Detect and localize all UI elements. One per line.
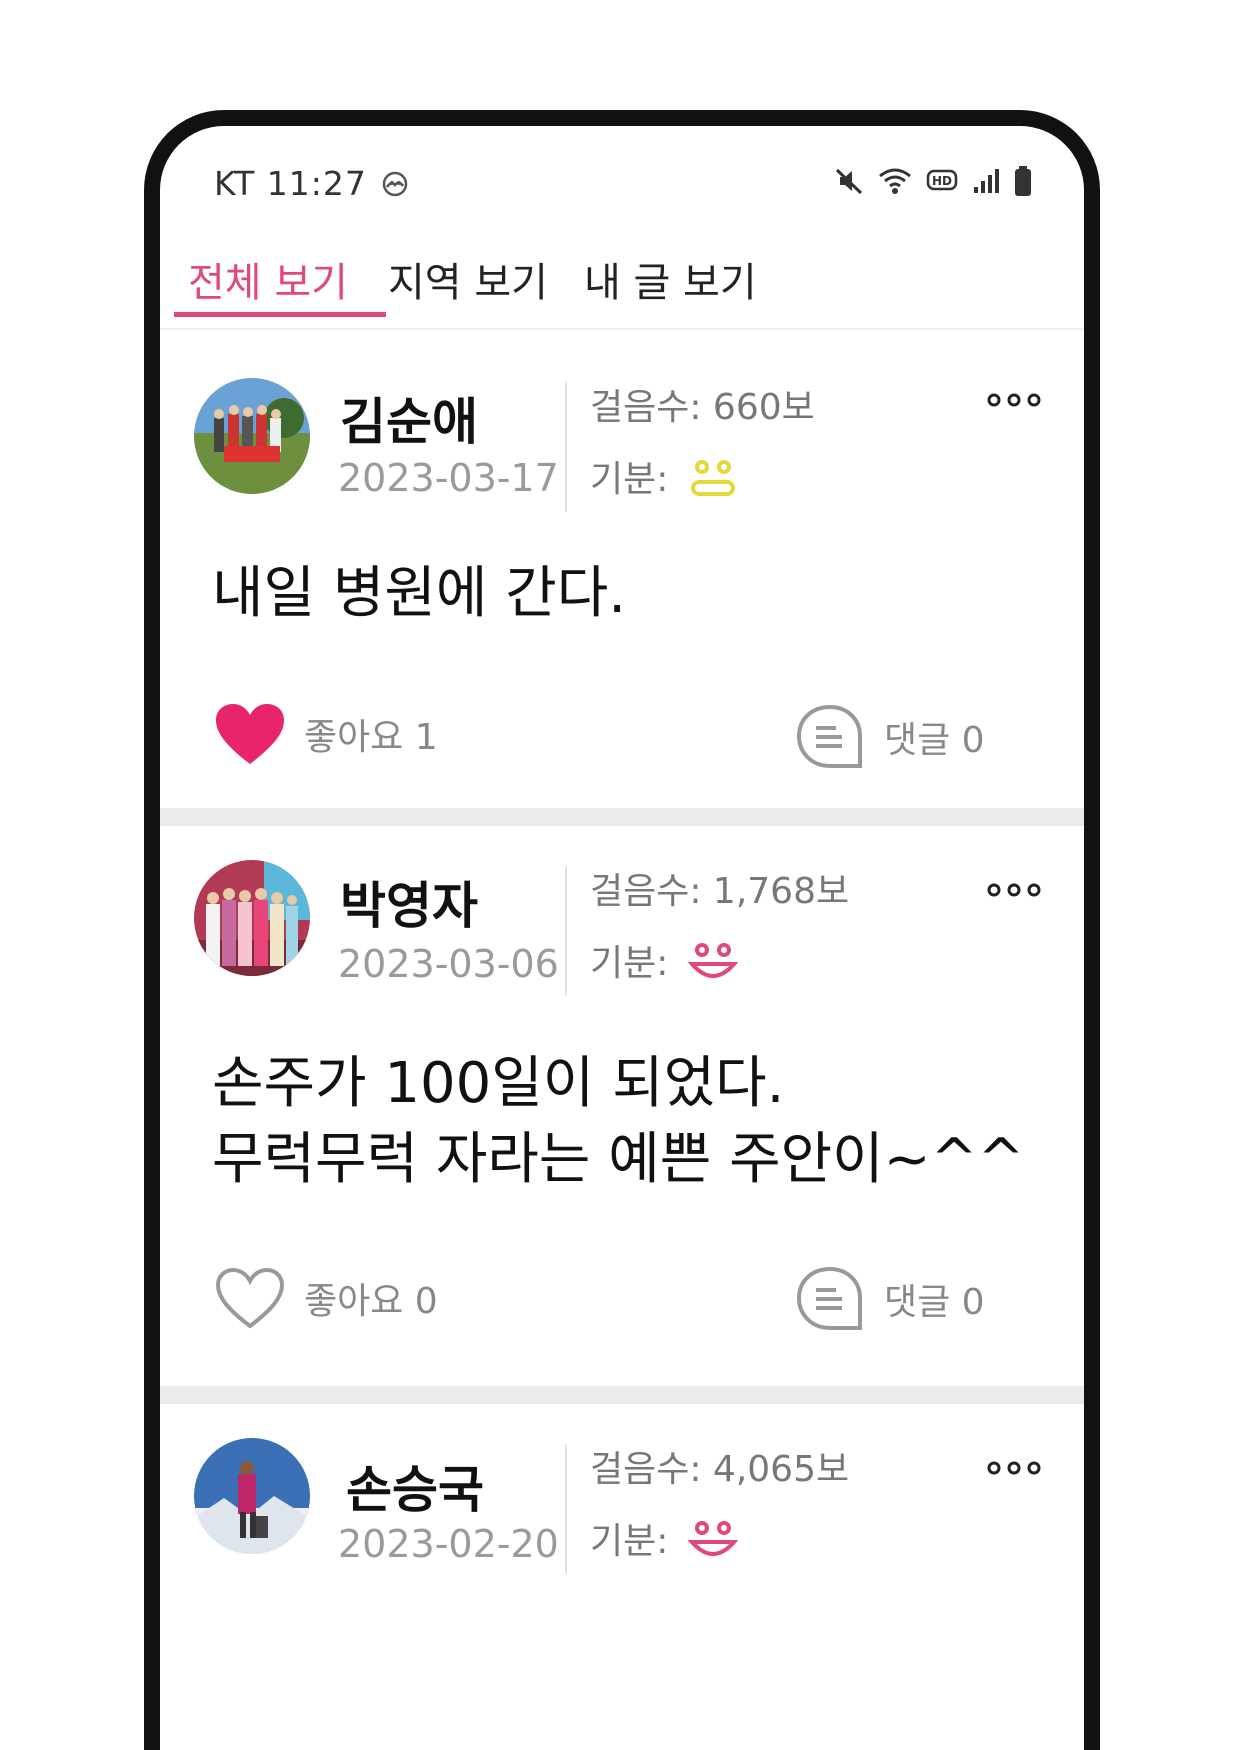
like-count: 좋아요 0 — [304, 1281, 438, 1322]
post-date: 2023-02-20 — [338, 1522, 559, 1566]
comment-count: 댓글 0 — [884, 720, 985, 761]
post-separator — [160, 1386, 1084, 1404]
svg-text:HD: HD — [932, 174, 952, 188]
divider — [565, 1444, 567, 1574]
status-icons: HD — [834, 166, 1032, 196]
post-card: 손승국 2023-02-20 걸음수: 4,065보 기분: — [160, 1404, 1084, 1704]
weather-icon — [382, 171, 408, 196]
divider — [565, 866, 567, 996]
comment-icon — [796, 704, 862, 768]
hd-icon: HD — [926, 169, 958, 191]
neutral-face-icon — [691, 460, 735, 496]
active-tab-indicator — [174, 312, 386, 317]
comment-button[interactable]: 댓글 0 — [796, 1266, 985, 1332]
mute-icon — [835, 168, 863, 195]
carrier-time: KT 11:27 — [214, 164, 367, 203]
post-content: 손주가 100일이 되었다. 무럭무럭 자라는 예쁜 주안이~^^ — [212, 1051, 1025, 1192]
signal-icon — [974, 169, 999, 193]
post-content: 내일 병원에 간다. — [212, 561, 627, 626]
mood-label: 기분: — [590, 1521, 669, 1562]
post-card: 박영자 2023-03-06 걸음수: 1,768보 기분: 손주가 100일이… — [160, 826, 1084, 1386]
mood-label: 기분: — [590, 459, 669, 500]
post-card: 김순애 2023-03-17 걸음수: 660보 기분: 내일 병원에 간다. … — [160, 332, 1084, 822]
avatar[interactable] — [194, 1438, 310, 1554]
comment-button[interactable]: 댓글 0 — [796, 704, 985, 770]
more-options-icon[interactable] — [984, 880, 1044, 900]
battery-icon — [1015, 166, 1031, 196]
post-date: 2023-03-17 — [338, 456, 559, 500]
like-button[interactable]: 좋아요 0 — [214, 1266, 438, 1330]
avatar[interactable] — [194, 378, 310, 494]
post-separator — [160, 808, 1084, 826]
happy-face-icon — [688, 943, 738, 978]
author-name: 손승국 — [346, 1461, 484, 1519]
comment-count: 댓글 0 — [884, 1282, 985, 1323]
like-count: 좋아요 1 — [304, 717, 438, 758]
step-count: 걸음수: 660보 — [590, 387, 815, 428]
comment-icon — [796, 1266, 862, 1330]
heart-outline-icon — [215, 1267, 285, 1329]
mood-label: 기분: — [590, 943, 669, 984]
happy-face-icon — [688, 1521, 738, 1556]
more-options-icon[interactable] — [984, 390, 1044, 410]
step-count: 걸음수: 4,065보 — [590, 1449, 850, 1490]
tab-my-posts[interactable]: 내 글 보기 — [584, 236, 757, 330]
more-options-icon[interactable] — [984, 1458, 1044, 1478]
post-date: 2023-03-06 — [338, 942, 559, 986]
step-count: 걸음수: 1,768보 — [590, 871, 850, 912]
like-button[interactable]: 좋아요 1 — [214, 702, 438, 766]
status-bar: KT 11:27 HD — [160, 126, 1084, 236]
phone-frame: KT 11:27 HD 전체 보기 지역 보기 내 글 보기 김순애 2023-… — [144, 110, 1100, 1750]
author-name: 김순애 — [340, 393, 478, 451]
author-name: 박영자 — [340, 877, 478, 935]
wifi-icon — [879, 168, 911, 194]
divider — [565, 382, 567, 512]
tab-region[interactable]: 지역 보기 — [388, 236, 548, 330]
status-left: KT 11:27 — [214, 164, 409, 203]
heart-filled-icon — [216, 704, 284, 764]
avatar[interactable] — [194, 860, 310, 976]
